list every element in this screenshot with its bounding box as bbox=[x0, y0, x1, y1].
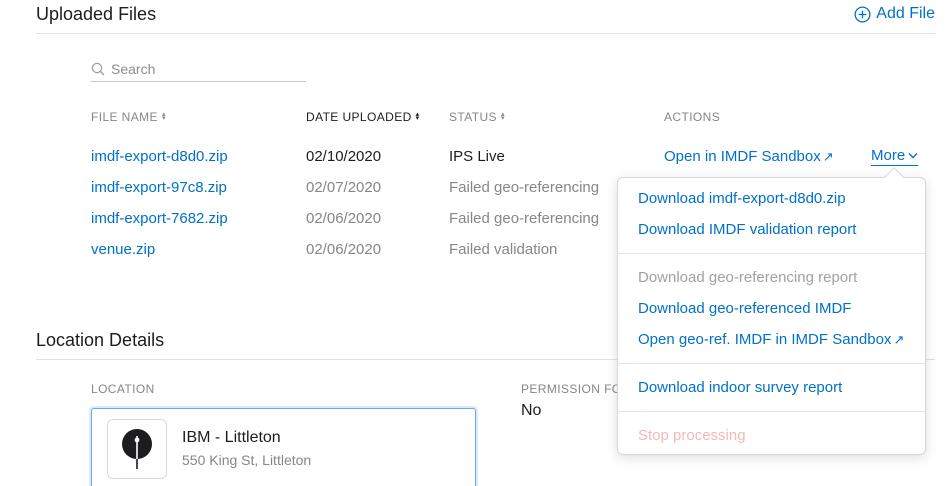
column-header-label: ACTIONS bbox=[664, 110, 721, 124]
chevron-down-icon bbox=[908, 153, 918, 159]
location-card[interactable]: IBM - Littleton 550 King St, Littleton bbox=[91, 408, 476, 486]
search-box[interactable] bbox=[91, 56, 306, 82]
file-link[interactable]: imdf-export-d8d0.zip bbox=[91, 148, 228, 165]
arrow-up-right-icon: ↗ bbox=[893, 332, 905, 347]
column-header-label: DATE UPLOADED bbox=[306, 110, 412, 124]
status-cell: Failed geo-referencing bbox=[449, 179, 600, 196]
menu-item-stop-processing: Stop processing bbox=[638, 427, 746, 444]
open-in-sandbox-label: Open in IMDF Sandbox bbox=[664, 148, 821, 165]
menu-item-download-survey-report[interactable]: Download indoor survey report bbox=[638, 379, 842, 396]
menu-item-download-georef-imdf[interactable]: Download geo-referenced IMDF bbox=[638, 300, 851, 317]
location-name: IBM - Littleton bbox=[182, 429, 281, 446]
column-header-date-uploaded[interactable]: DATE UPLOADED ▴ ▾ bbox=[306, 110, 420, 124]
column-header-status[interactable]: STATUS ▴ ▾ bbox=[449, 110, 505, 124]
location-details-title: Location Details bbox=[36, 330, 165, 350]
sort-arrows-icon: ▴ ▾ bbox=[415, 111, 420, 122]
menu-item-open-georef-sandbox[interactable]: Open geo-ref. IMDF in IMDF Sandbox ↗ bbox=[638, 331, 904, 348]
date-cell: 02/06/2020 bbox=[306, 210, 382, 227]
status-cell: Failed geo-referencing bbox=[449, 210, 600, 227]
more-menu-button[interactable]: More bbox=[871, 147, 919, 166]
file-link[interactable]: venue.zip bbox=[91, 241, 155, 258]
menu-separator bbox=[618, 253, 925, 254]
search-input[interactable] bbox=[111, 60, 291, 77]
uploaded-files-title: Uploaded Files bbox=[36, 4, 157, 24]
date-cell: 02/10/2020 bbox=[306, 148, 382, 165]
menu-item-download-zip[interactable]: Download imdf-export-d8d0.zip bbox=[638, 190, 846, 207]
sort-arrows-icon: ▴ ▾ bbox=[161, 111, 166, 122]
file-link[interactable]: imdf-export-97c8.zip bbox=[91, 179, 227, 196]
arrow-up-right-icon: ↗ bbox=[822, 149, 834, 164]
more-label: More bbox=[871, 147, 906, 164]
location-label: LOCATION bbox=[91, 382, 155, 396]
location-thumbnail bbox=[107, 419, 167, 479]
divider bbox=[36, 33, 935, 34]
file-link[interactable]: imdf-export-7682.zip bbox=[91, 210, 228, 227]
menu-separator bbox=[618, 363, 925, 364]
sort-arrows-icon: ▴ ▾ bbox=[500, 111, 505, 122]
column-header-label: STATUS bbox=[449, 110, 497, 124]
menu-item-label: Open geo-ref. IMDF in IMDF Sandbox bbox=[638, 331, 892, 348]
more-dropdown-menu: Download imdf-export-d8d0.zip Download I… bbox=[617, 177, 926, 455]
status-cell: IPS Live bbox=[449, 148, 505, 165]
magnifier-icon bbox=[91, 62, 105, 75]
open-in-sandbox-link[interactable]: Open in IMDF Sandbox ↗ bbox=[664, 148, 834, 165]
location-address: 550 King St, Littleton bbox=[182, 452, 312, 468]
menu-item-download-georef-report: Download geo-referencing report bbox=[638, 269, 858, 286]
add-file-label: Add File bbox=[876, 5, 935, 22]
column-header-label: FILE NAME bbox=[91, 110, 158, 124]
plus-circle-icon bbox=[854, 5, 871, 23]
add-file-button[interactable]: Add File bbox=[854, 5, 935, 23]
column-header-file-name[interactable]: FILE NAME ▴ ▾ bbox=[91, 110, 166, 124]
menu-item-download-validation-report[interactable]: Download IMDF validation report bbox=[638, 221, 856, 238]
map-pin-icon bbox=[122, 429, 152, 469]
column-header-actions: ACTIONS bbox=[664, 110, 720, 124]
date-cell: 02/06/2020 bbox=[306, 241, 382, 258]
date-cell: 02/07/2020 bbox=[306, 179, 382, 196]
menu-separator bbox=[618, 411, 925, 412]
permission-value: No bbox=[521, 402, 542, 419]
permission-label: PERMISSION FO bbox=[521, 382, 622, 396]
status-cell: Failed validation bbox=[449, 241, 558, 258]
